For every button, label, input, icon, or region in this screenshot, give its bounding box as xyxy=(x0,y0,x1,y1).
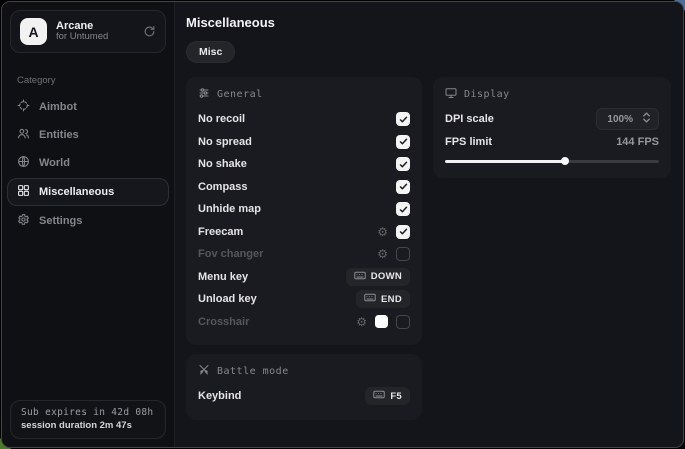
setting-label: No recoil xyxy=(198,113,245,125)
keybind-value: F5 xyxy=(390,391,402,402)
setting-row-keybind: Keybind F5 xyxy=(198,385,410,408)
refresh-icon[interactable] xyxy=(143,25,156,38)
setting-row-crosshair: Crosshair ⚙ xyxy=(198,311,410,334)
sidebar: A Arcane for Untumed Category Aimbot xyxy=(2,2,175,447)
gear-icon[interactable]: ⚙ xyxy=(377,248,388,260)
checkbox-checked[interactable] xyxy=(396,225,410,239)
setting-row-no-shake: No shake xyxy=(198,153,410,176)
checkbox-checked[interactable] xyxy=(396,180,410,194)
setting-label: DPI scale xyxy=(445,113,494,125)
setting-row-fov-changer: Fov changer ⚙ xyxy=(198,243,410,266)
swords-icon xyxy=(198,364,210,379)
checkbox-checked[interactable] xyxy=(396,202,410,216)
general-panel: General No recoil No spread No shake xyxy=(186,77,422,345)
setting-row-unload-key: Unload key END xyxy=(198,288,410,311)
crosshair-icon xyxy=(17,99,30,115)
battle-mode-panel: Battle mode Keybind F5 xyxy=(186,354,422,420)
sidebar-item-label: Aimbot xyxy=(39,101,77,113)
grid-icon xyxy=(17,184,30,200)
session-duration-text: session duration 2m 47s xyxy=(21,420,155,431)
checkbox-checked[interactable] xyxy=(396,157,410,171)
setting-label: FPS limit xyxy=(445,136,492,148)
app-subtitle: for Untumed xyxy=(56,32,134,43)
fps-limit-slider[interactable] xyxy=(445,156,659,166)
color-swatch[interactable] xyxy=(375,315,388,328)
tab-bar: Misc xyxy=(186,41,671,63)
setting-label: No spread xyxy=(198,136,252,148)
category-label: Category xyxy=(17,75,159,86)
setting-row-dpi-scale: DPI scale 100% xyxy=(445,108,659,131)
main-content: Miscellaneous Misc Gene xyxy=(175,2,684,447)
setting-label: Compass xyxy=(198,181,248,193)
keybind-value: END xyxy=(381,294,402,305)
tab-misc[interactable]: Misc xyxy=(186,41,235,63)
gear-icon[interactable]: ⚙ xyxy=(377,226,388,238)
sidebar-item-label: World xyxy=(39,157,70,169)
keybind-button[interactable]: END xyxy=(356,290,410,308)
sidebar-nav: Aimbot Entities World xyxy=(2,93,174,235)
keybind-value: DOWN xyxy=(371,271,402,282)
setting-label: Unload key xyxy=(198,293,257,305)
setting-label: Unhide map xyxy=(198,203,261,215)
setting-label: Menu key xyxy=(198,271,248,283)
keybind-button[interactable]: F5 xyxy=(365,387,410,405)
sidebar-item-settings[interactable]: Settings xyxy=(7,208,169,234)
page-title: Miscellaneous xyxy=(186,15,671,30)
checkbox-unchecked[interactable] xyxy=(396,247,410,261)
setting-row-no-spread: No spread xyxy=(198,131,410,154)
gear-icon[interactable]: ⚙ xyxy=(356,316,367,328)
setting-label: Fov changer xyxy=(198,248,263,260)
sliders-icon xyxy=(198,87,210,102)
checkbox-unchecked[interactable] xyxy=(396,315,410,329)
globe-icon xyxy=(17,155,30,171)
slider-fill xyxy=(445,160,565,163)
setting-label: Keybind xyxy=(198,390,241,402)
logo-card: A Arcane for Untumed xyxy=(10,10,166,53)
slider-thumb[interactable] xyxy=(561,157,569,165)
sidebar-item-label: Settings xyxy=(39,215,82,227)
setting-row-menu-key: Menu key DOWN xyxy=(198,266,410,289)
checkbox-checked[interactable] xyxy=(396,135,410,149)
sidebar-item-entities[interactable]: Entities xyxy=(7,122,169,148)
sidebar-item-aimbot[interactable]: Aimbot xyxy=(7,94,169,120)
setting-row-freecam: Freecam ⚙ xyxy=(198,221,410,244)
setting-label: No shake xyxy=(198,158,247,170)
keyboard-icon xyxy=(354,271,366,283)
app-window: A Arcane for Untumed Category Aimbot xyxy=(1,1,684,448)
panel-title: Battle mode xyxy=(217,366,289,377)
dpi-scale-value: 100% xyxy=(607,114,633,125)
sub-expiry-text: Sub expires in 42d 08h xyxy=(21,407,155,418)
app-logo: A xyxy=(20,18,47,45)
panel-title: Display xyxy=(464,89,510,100)
checkbox-checked[interactable] xyxy=(396,112,410,126)
sidebar-item-label: Miscellaneous xyxy=(39,186,114,198)
chevron-up-down-icon xyxy=(642,112,651,126)
setting-label: Crosshair xyxy=(198,316,249,328)
display-panel: Display DPI scale 100% xyxy=(433,77,671,178)
sidebar-item-world[interactable]: World xyxy=(7,150,169,176)
subscription-card: Sub expires in 42d 08h session duration … xyxy=(10,400,166,439)
fps-limit-value: 144 FPS xyxy=(616,136,659,148)
panel-title: General xyxy=(217,89,263,100)
gear-icon xyxy=(17,213,30,229)
keybind-button[interactable]: DOWN xyxy=(346,268,410,286)
setting-row-fps-limit: FPS limit 144 FPS xyxy=(445,131,659,154)
monitor-icon xyxy=(445,87,457,102)
setting-row-unhide-map: Unhide map xyxy=(198,198,410,221)
setting-row-no-recoil: No recoil xyxy=(198,108,410,131)
setting-row-compass: Compass xyxy=(198,176,410,199)
keyboard-icon xyxy=(373,390,385,402)
entities-icon xyxy=(17,127,30,143)
sidebar-item-miscellaneous[interactable]: Miscellaneous xyxy=(7,178,169,206)
sidebar-item-label: Entities xyxy=(39,129,79,141)
dpi-scale-select[interactable]: 100% xyxy=(596,108,659,130)
setting-label: Freecam xyxy=(198,226,243,238)
keyboard-icon xyxy=(364,293,376,305)
